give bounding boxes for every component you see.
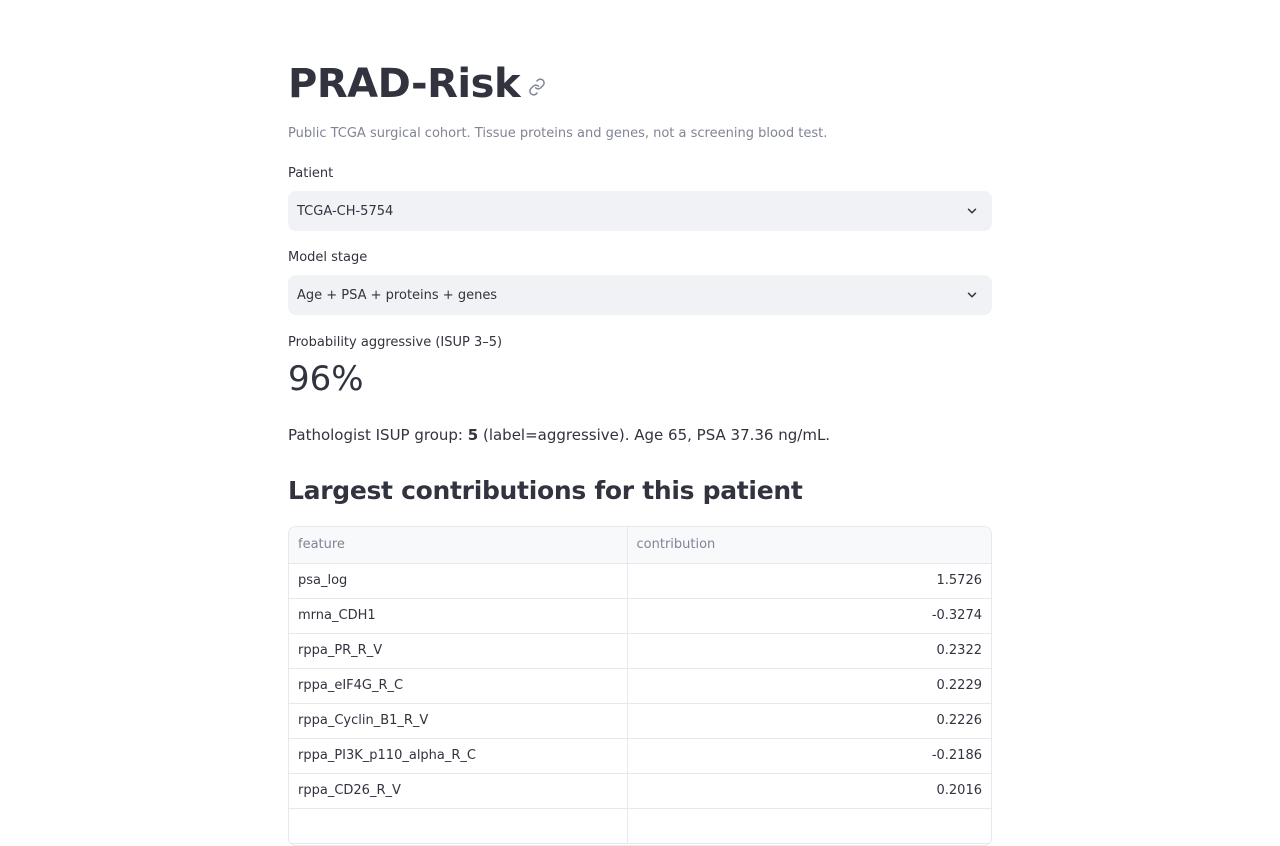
feature-cell: rppa_Cyclin_B1_R_V [289, 703, 628, 739]
chevron-down-icon [964, 287, 980, 303]
contribution-cell: -0.3274 [627, 598, 991, 634]
table-row: mrna_CDH1 -0.3274 [289, 598, 991, 634]
table-row: rppa_PI3K_p110_alpha_R_C -0.2186 [289, 738, 991, 774]
model-stage-select[interactable]: Age + PSA + proteins + genes [288, 275, 992, 315]
table-row: rppa_Cyclin_B1_R_V 0.2226 [289, 703, 991, 739]
contributions-heading: Largest contributions for this patient [288, 476, 803, 505]
feature-cell: rppa_PI3K_p110_alpha_R_C [289, 738, 628, 774]
table-row: psa_log 1.5726 [289, 563, 991, 599]
contribution-cell: 0.2229 [627, 668, 991, 704]
patient-summary: Pathologist ISUP group: 5 (label=aggress… [288, 426, 830, 444]
feature-cell [289, 808, 628, 844]
patient-select[interactable]: TCGA-CH-5754 [288, 191, 992, 231]
feature-cell: rppa_PR_R_V [289, 633, 628, 669]
feature-cell: rppa_eIF4G_R_C [289, 668, 628, 704]
patient-select-label: Patient [288, 166, 334, 181]
isup-group-value: 5 [467, 426, 479, 444]
model-stage-select-value: Age + PSA + proteins + genes [297, 287, 498, 303]
contribution-cell [627, 808, 991, 844]
table-row: rppa_CD26_R_V 0.2016 [289, 773, 991, 809]
table-row: rppa_PR_R_V 0.2322 [289, 633, 991, 669]
feature-cell: psa_log [289, 563, 628, 599]
column-header-contribution[interactable]: contribution [627, 527, 991, 564]
feature-cell: rppa_CD26_R_V [289, 773, 628, 809]
contributions-table[interactable]: feature contribution psa_log 1.5726 mrna… [288, 526, 992, 846]
contribution-cell: 0.2226 [627, 703, 991, 739]
model-stage-select-label: Model stage [288, 250, 368, 265]
table-header-row: feature contribution [289, 527, 991, 564]
contribution-cell: 1.5726 [627, 563, 991, 599]
table-row: rppa_eIF4G_R_C 0.2229 [289, 668, 991, 704]
table-row [289, 808, 991, 844]
contribution-cell: -0.2186 [627, 738, 991, 774]
title-row: PRAD-Risk [288, 56, 546, 112]
page-title: PRAD-Risk [288, 61, 521, 107]
chevron-down-icon [964, 203, 980, 219]
link-icon[interactable] [528, 78, 546, 96]
page-caption: Public TCGA surgical cohort. Tissue prot… [288, 126, 828, 141]
summary-suffix: (label=aggressive). Age 65, PSA 37.36 ng… [478, 426, 831, 444]
summary-prefix: Pathologist ISUP group: [288, 426, 468, 444]
feature-cell: mrna_CDH1 [289, 598, 628, 634]
metric-value: 96% [288, 359, 364, 399]
column-header-feature[interactable]: feature [289, 527, 628, 564]
contribution-cell: 0.2016 [627, 773, 991, 809]
patient-select-value: TCGA-CH-5754 [297, 203, 394, 219]
contribution-cell: 0.2322 [627, 633, 991, 669]
metric-label: Probability aggressive (ISUP 3–5) [288, 335, 503, 350]
